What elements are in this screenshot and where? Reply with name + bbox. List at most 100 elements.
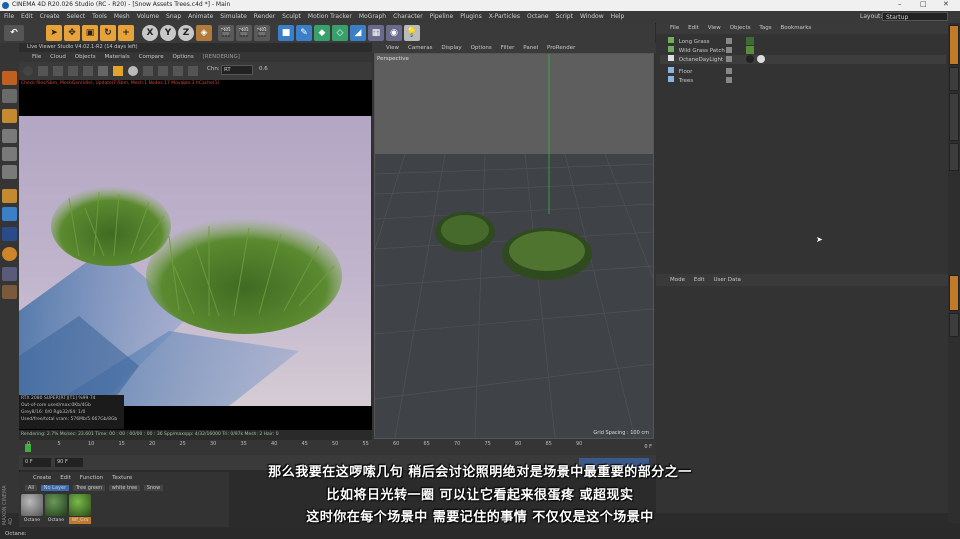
tab-layers[interactable] bbox=[949, 143, 959, 171]
make-editable-icon[interactable] bbox=[2, 71, 17, 85]
region-render-icon[interactable] bbox=[98, 66, 108, 76]
lv-menu-file[interactable]: File bbox=[32, 52, 41, 62]
timeline-ruler[interactable]: 0 5 10 15 20 25 30 35 40 45 50 55 60 65 70 75 80 85 90 0 F bbox=[19, 440, 656, 455]
om-menu-edit[interactable]: Edit bbox=[688, 23, 699, 34]
array-icon[interactable]: ◇ bbox=[332, 25, 348, 41]
menu-item-help[interactable]: Help bbox=[611, 11, 625, 23]
vp-menu-view[interactable]: View bbox=[386, 43, 399, 53]
camera-icon[interactable]: ◉ bbox=[386, 25, 402, 41]
cube-icon[interactable]: ■ bbox=[278, 25, 294, 41]
menu-item-character[interactable]: Character bbox=[393, 11, 423, 23]
undo-icon[interactable]: ↶ bbox=[4, 25, 24, 41]
sphere-icon[interactable] bbox=[128, 66, 138, 76]
visibility-icon[interactable] bbox=[726, 77, 732, 83]
grid-icon[interactable] bbox=[2, 267, 17, 281]
tab-attributes[interactable] bbox=[949, 275, 959, 311]
menu-item-animate[interactable]: Animate bbox=[188, 11, 213, 23]
material-picker-icon[interactable] bbox=[173, 66, 183, 76]
octane-tag-icon[interactable] bbox=[746, 55, 754, 63]
menu-item-plugins[interactable]: Plugins bbox=[460, 11, 482, 23]
lv-menu-cloud[interactable]: Cloud bbox=[50, 52, 66, 62]
select-arrow-icon[interactable]: ➤ bbox=[46, 25, 62, 41]
send-scene-icon[interactable] bbox=[23, 66, 33, 76]
menu-item-x-particles[interactable]: X-Particles bbox=[489, 11, 520, 23]
layout-select[interactable]: Startup bbox=[882, 12, 948, 21]
sun-tag-icon[interactable] bbox=[757, 55, 765, 63]
add-icon[interactable]: + bbox=[118, 25, 134, 41]
settings-gear-icon[interactable] bbox=[83, 66, 93, 76]
menu-item-edit[interactable]: Edit bbox=[21, 11, 33, 23]
pen-icon[interactable]: ✎ bbox=[296, 25, 312, 41]
tab-content-browser[interactable] bbox=[949, 93, 959, 141]
menu-item-snap[interactable]: Snap bbox=[166, 11, 181, 23]
material-tag-icon[interactable] bbox=[746, 37, 754, 45]
deformer-icon[interactable]: ◢ bbox=[350, 25, 366, 41]
visibility-icon[interactable] bbox=[726, 38, 732, 44]
visibility-icon[interactable] bbox=[726, 47, 732, 53]
channel-number[interactable]: 0.6 bbox=[259, 66, 268, 72]
lv-menu-compare[interactable]: Compare bbox=[139, 52, 164, 62]
vp-menu-options[interactable]: Options bbox=[471, 43, 492, 53]
subdivision-icon[interactable]: ◆ bbox=[314, 25, 330, 41]
axis-x-button[interactable]: X bbox=[142, 25, 158, 41]
light-icon[interactable]: 💡 bbox=[404, 25, 420, 41]
vp-menu-prorender[interactable]: ProRender bbox=[547, 43, 575, 53]
channel-select[interactable]: RT bbox=[221, 65, 253, 75]
om-menu-file[interactable]: File bbox=[670, 23, 679, 34]
menu-item-window[interactable]: Window bbox=[580, 11, 604, 23]
vp-menu-cameras[interactable]: Cameras bbox=[408, 43, 432, 53]
close-button[interactable]: ✕ bbox=[943, 0, 949, 8]
menu-item-volume[interactable]: Volume bbox=[137, 11, 159, 23]
perspective-view[interactable]: Perspective Grid Spacing : 100 cm bbox=[374, 53, 654, 439]
om-menu-view[interactable]: View bbox=[708, 23, 721, 34]
attr-menu-user-data[interactable]: User Data bbox=[714, 274, 741, 286]
polygons-mode-icon[interactable] bbox=[2, 165, 17, 179]
lv-menu-materials[interactable]: Materials bbox=[104, 52, 129, 62]
object-row-floor[interactable]: Floor bbox=[660, 67, 946, 76]
coordinate-system-icon[interactable]: ◈ bbox=[196, 25, 212, 41]
menu-item-script[interactable]: Script bbox=[556, 11, 573, 23]
menu-item-file[interactable]: File bbox=[4, 11, 14, 23]
points-mode-icon[interactable] bbox=[2, 129, 17, 143]
restart-icon[interactable] bbox=[38, 66, 48, 76]
pause-icon[interactable] bbox=[53, 66, 63, 76]
menu-item-select[interactable]: Select bbox=[67, 11, 86, 23]
menu-item-tools[interactable]: Tools bbox=[92, 11, 107, 23]
material-tag-icon[interactable] bbox=[746, 46, 754, 54]
menu-item-mesh[interactable]: Mesh bbox=[114, 11, 130, 23]
vp-menu-panel[interactable]: Panel bbox=[523, 43, 538, 53]
lock-icon[interactable] bbox=[2, 285, 17, 299]
axis-z-button[interactable]: Z bbox=[178, 25, 194, 41]
lv-menu-options[interactable]: Options bbox=[173, 52, 194, 62]
visibility-icon[interactable] bbox=[726, 68, 732, 74]
menu-item-pipeline[interactable]: Pipeline bbox=[430, 11, 453, 23]
stop-icon[interactable] bbox=[68, 66, 78, 76]
tab-objects[interactable] bbox=[949, 25, 959, 65]
object-row-daylight[interactable]: OctaneDayLight bbox=[660, 55, 946, 64]
attr-menu-mode[interactable]: Mode bbox=[670, 274, 685, 286]
axis-y-button[interactable]: Y bbox=[160, 25, 176, 41]
tab-layers-2[interactable] bbox=[949, 313, 959, 337]
attr-menu-edit[interactable]: Edit bbox=[694, 274, 705, 286]
snap-icon[interactable] bbox=[2, 227, 17, 241]
object-row-long-grass[interactable]: Long Grass bbox=[660, 37, 946, 46]
workplane-icon[interactable] bbox=[2, 247, 17, 261]
move-icon[interactable]: ✥ bbox=[64, 25, 80, 41]
scene-icon[interactable]: ▦ bbox=[368, 25, 384, 41]
texture-icon[interactable] bbox=[2, 89, 17, 103]
om-menu-objects[interactable]: Objects bbox=[730, 23, 751, 34]
tab-takes[interactable] bbox=[949, 67, 959, 91]
axis-mode-icon[interactable] bbox=[2, 189, 17, 203]
maximize-button[interactable]: □ bbox=[920, 0, 927, 8]
render-preview[interactable] bbox=[19, 116, 371, 406]
model-mode-icon[interactable] bbox=[2, 109, 17, 123]
om-menu-bookmarks[interactable]: Bookmarks bbox=[781, 23, 812, 34]
menu-item-motion-tracker[interactable]: Motion Tracker bbox=[308, 11, 352, 23]
edges-mode-icon[interactable] bbox=[2, 147, 17, 161]
menu-item-create[interactable]: Create bbox=[40, 11, 60, 23]
menu-item-octane[interactable]: Octane bbox=[527, 11, 549, 23]
focus-picker-icon[interactable] bbox=[143, 66, 153, 76]
vp-menu-display[interactable]: Display bbox=[441, 43, 461, 53]
render-picture-viewer-icon[interactable]: 🎬 bbox=[236, 25, 252, 41]
tweak-icon[interactable] bbox=[2, 207, 17, 221]
